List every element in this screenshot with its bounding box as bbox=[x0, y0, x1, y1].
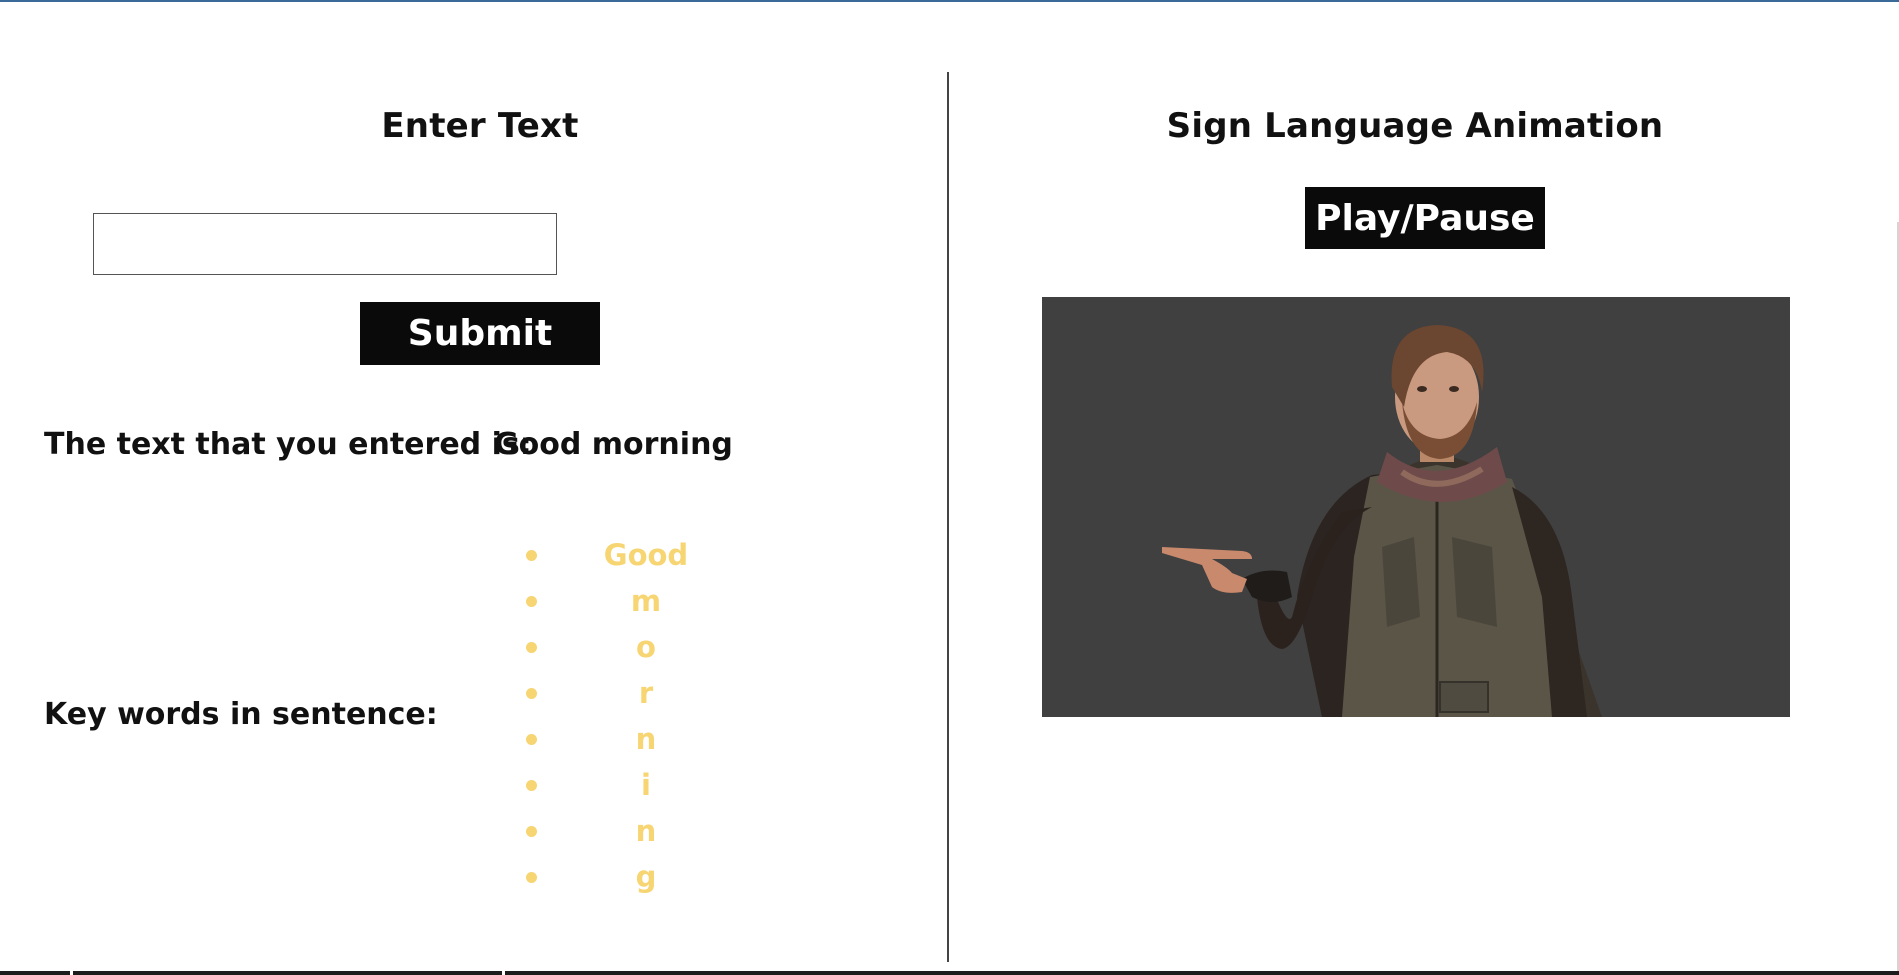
keyword-item: n bbox=[520, 716, 740, 762]
keyword-text: n bbox=[635, 814, 657, 848]
keyword-item: i bbox=[520, 762, 740, 808]
keyword-item: o bbox=[520, 624, 740, 670]
bullet-icon bbox=[526, 549, 537, 561]
keyword-text: o bbox=[636, 630, 656, 664]
submit-button[interactable]: Submit bbox=[360, 302, 600, 365]
bullet-icon bbox=[526, 871, 537, 883]
bullet-icon bbox=[526, 687, 537, 699]
bottom-gap bbox=[70, 971, 73, 975]
signing-avatar-icon bbox=[1162, 325, 1602, 717]
entered-text-label: The text that you entered is: bbox=[44, 427, 532, 462]
animation-panel: Sign Language Animation Play/Pause bbox=[949, 72, 1849, 962]
animation-heading: Sign Language Animation bbox=[1166, 106, 1664, 146]
keyword-item: Good bbox=[520, 532, 740, 578]
entered-text-value: Good morning bbox=[494, 427, 733, 462]
keyword-item: m bbox=[520, 578, 740, 624]
top-border bbox=[0, 0, 1899, 2]
bullet-icon bbox=[526, 595, 537, 607]
bullet-icon bbox=[526, 733, 537, 745]
keyword-text: n bbox=[635, 722, 657, 756]
bottom-gap bbox=[502, 971, 505, 975]
bullet-icon bbox=[526, 641, 537, 653]
bottom-border bbox=[0, 971, 1899, 975]
keyword-text: r bbox=[638, 676, 654, 710]
bullet-icon bbox=[526, 825, 537, 837]
play-pause-button[interactable]: Play/Pause bbox=[1305, 187, 1545, 249]
keyword-text: Good bbox=[603, 538, 689, 572]
keyword-item: r bbox=[520, 670, 740, 716]
bullet-icon bbox=[526, 779, 537, 791]
keyword-text: m bbox=[630, 584, 662, 618]
keyword-text: i bbox=[641, 768, 651, 802]
keyword-item: n bbox=[520, 808, 740, 854]
text-input[interactable] bbox=[93, 213, 557, 275]
enter-text-heading: Enter Text bbox=[381, 106, 579, 146]
text-entry-panel: Enter Text Submit The text that you ente… bbox=[0, 72, 947, 962]
animation-viewport[interactable] bbox=[1042, 297, 1790, 717]
keywords-list: Good m o r n i n g bbox=[520, 532, 740, 900]
keyword-text: g bbox=[635, 860, 657, 894]
keyword-item: g bbox=[520, 854, 740, 900]
keywords-label: Key words in sentence: bbox=[44, 697, 438, 732]
